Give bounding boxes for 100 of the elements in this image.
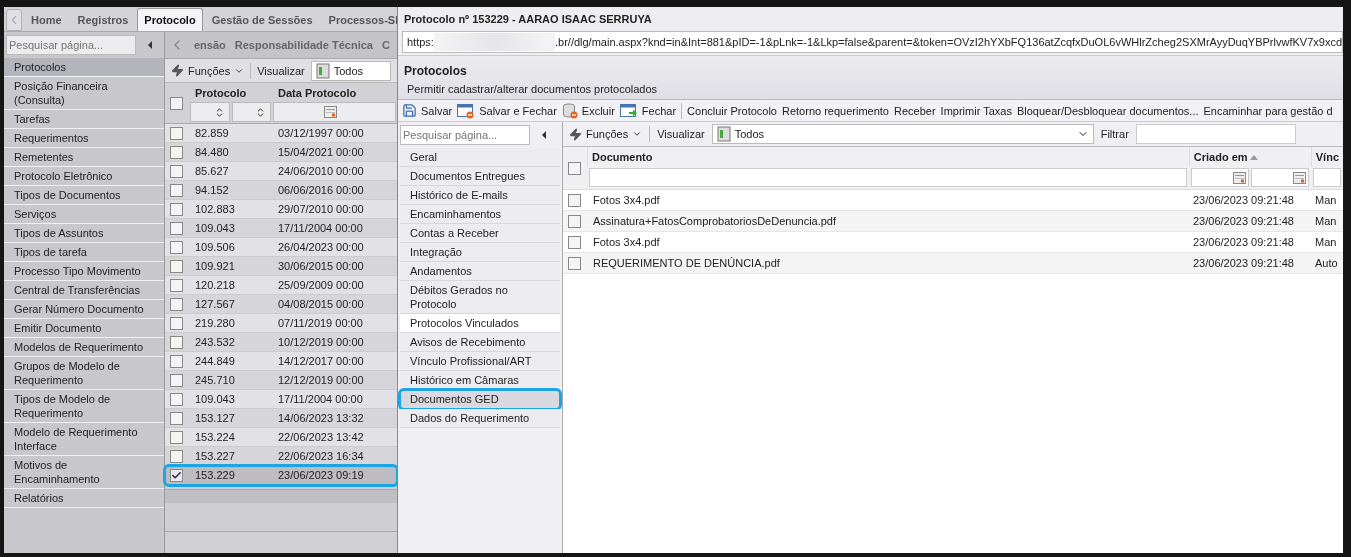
filter-field[interactable] — [190, 102, 230, 122]
row-checkbox[interactable] — [170, 164, 183, 178]
row-checkbox[interactable] — [170, 392, 183, 406]
search-field[interactable]: Pesquisar página... — [400, 125, 530, 145]
filter-field[interactable] — [1312, 168, 1341, 187]
row-checkbox[interactable] — [170, 430, 183, 444]
row-checkbox[interactable] — [170, 354, 183, 368]
nav-item[interactable]: Débitos Gerados no Protocolo — [400, 281, 560, 314]
nav-item[interactable]: Encaminhamentos — [400, 205, 560, 224]
functions-menu[interactable]: Funções — [569, 127, 643, 141]
column-header[interactable]: Vínc — [1310, 147, 1343, 167]
toolbar-button[interactable]: Salvar e Fechar — [457, 102, 557, 119]
calendar-icon[interactable] — [324, 106, 337, 118]
calendar-icon[interactable] — [1232, 171, 1246, 184]
table-row[interactable]: 244.849 14/12/2017 00:00 — [165, 352, 397, 371]
row-checkbox[interactable] — [170, 126, 183, 140]
nav-item[interactable]: Documentos GED — [400, 390, 560, 409]
collapse-icon[interactable] — [148, 41, 152, 49]
row-checkbox[interactable] — [170, 183, 183, 197]
url-field[interactable]: https: .br//dlg/main.aspx?knd=in&Int=881&pID=-1&pLnk=-1&Lkp=false&parent=&token=OVzI2hYXbFQ136atZcqfxDuOL6vWHlrZcheg2SXMrAyyDuqYBPrlvwfKV7x9xcd — [402, 31, 1343, 53]
nav-item[interactable]: Histórico em Câmaras — [400, 371, 560, 390]
app-tab[interactable]: Gestão de Sessões — [204, 8, 320, 31]
table-row[interactable]: 82.859 03/12/1997 00:00 — [165, 124, 397, 143]
scrollbar[interactable] — [165, 489, 397, 503]
row-checkbox[interactable] — [170, 373, 183, 387]
table-row[interactable]: 219.280 07/11/2019 00:00 — [165, 314, 397, 333]
nav-item[interactable]: Vínculo Profissional/ART — [400, 352, 560, 371]
nav-item[interactable]: Contas a Receber — [400, 224, 560, 243]
table-row[interactable]: 85.627 24/06/2010 00:00 — [165, 162, 397, 181]
nav-item[interactable]: Integração — [400, 243, 560, 262]
table-row[interactable]: 153.229 23/06/2023 09:19 — [165, 466, 397, 485]
table-row[interactable]: 109.506 26/04/2023 00:00 — [165, 238, 397, 257]
row-checkbox[interactable] — [170, 278, 183, 292]
filter-field[interactable] — [589, 168, 1187, 187]
view-select[interactable]: Todos — [310, 60, 391, 81]
table-row[interactable]: 94.152 06/06/2016 00:00 — [165, 181, 397, 200]
back-button[interactable] — [6, 9, 22, 31]
nav-item[interactable]: Protocolos Vinculados — [400, 314, 560, 333]
collapse-icon[interactable] — [542, 131, 546, 139]
row-checkbox[interactable] — [568, 193, 581, 207]
row-checkbox[interactable] — [568, 256, 581, 270]
row-checkbox[interactable] — [568, 235, 581, 249]
nav-item[interactable]: Documentos Entregues — [400, 167, 560, 186]
filter-field[interactable] — [1250, 168, 1309, 187]
calendar-icon[interactable] — [1292, 171, 1306, 184]
app-tab[interactable]: Protocolo — [137, 8, 203, 31]
table-row[interactable]: 153.224 22/06/2023 13:42 — [165, 428, 397, 447]
row-checkbox[interactable] — [568, 214, 581, 228]
table-row[interactable]: 127.567 04/08/2015 00:00 — [165, 295, 397, 314]
toolbar-button[interactable]: Fechar — [619, 102, 677, 119]
nav-item[interactable]: Andamentos — [400, 262, 560, 281]
row-checkbox[interactable] — [170, 259, 183, 273]
table-row[interactable]: 109.043 17/11/2004 00:00 — [165, 219, 397, 238]
row-checkbox[interactable] — [170, 468, 183, 482]
toolbar-button[interactable]: Imprimir Taxas — [940, 104, 1012, 117]
table-row[interactable]: 243.532 10/12/2019 00:00 — [165, 333, 397, 352]
toolbar-button[interactable]: Bloquear/Desbloquear documentos... — [1016, 104, 1199, 117]
row-checkbox[interactable] — [170, 411, 183, 425]
table-row[interactable]: 109.921 30/06/2015 00:00 — [165, 257, 397, 276]
sidebar-item[interactable]: Protocolos — [4, 58, 164, 77]
toolbar-button[interactable]: Salvar — [402, 103, 453, 118]
row-checkbox[interactable] — [170, 240, 183, 254]
row-checkbox[interactable] — [170, 145, 183, 159]
table-row[interactable]: 120.218 25/09/2009 00:00 — [165, 276, 397, 295]
table-row[interactable]: 153.127 14/06/2023 13:32 — [165, 409, 397, 428]
row-checkbox[interactable] — [170, 221, 183, 235]
app-tab[interactable]: Processos-SI — [321, 8, 397, 31]
filter-field[interactable] — [231, 102, 271, 122]
table-row[interactable]: 109.043 17/11/2004 00:00 — [165, 390, 397, 409]
select-all-checkbox[interactable] — [568, 161, 581, 175]
toolbar-button[interactable]: Excluir — [561, 102, 615, 119]
toolbar-button[interactable]: Concluir Protocolo — [687, 104, 777, 117]
row-checkbox[interactable] — [170, 316, 183, 330]
nav-item[interactable]: Histórico de E-mails — [400, 186, 560, 205]
column-header[interactable]: Protocolo — [189, 83, 272, 101]
search-field[interactable]: Pesquisar página... — [6, 35, 136, 55]
toolbar-button[interactable]: Retorno requerimento — [782, 104, 889, 117]
row-checkbox[interactable] — [170, 202, 183, 216]
table-row[interactable]: 245.710 12/12/2019 00:00 — [165, 371, 397, 390]
column-header[interactable]: Documento — [587, 147, 1189, 167]
select-all-checkbox[interactable] — [170, 96, 183, 110]
nav-item[interactable]: Dados do Requerimento — [400, 409, 560, 428]
filter-field[interactable] — [1190, 168, 1249, 187]
filter-field[interactable] — [273, 102, 396, 122]
column-header[interactable]: Criado em — [1188, 147, 1311, 167]
filter-field[interactable] — [1135, 124, 1296, 144]
table-row[interactable]: 84.480 15/04/2021 00:00 — [165, 143, 397, 162]
app-tab[interactable]: Registros — [70, 8, 136, 31]
table-row[interactable]: 153.227 22/06/2023 16:34 — [165, 447, 397, 466]
row-checkbox[interactable] — [170, 449, 183, 463]
row-checkbox[interactable] — [170, 335, 183, 349]
table-row[interactable]: 102.883 29/07/2010 00:00 — [165, 200, 397, 219]
toolbar-button[interactable]: Encaminhar para gestão d — [1203, 104, 1333, 117]
nav-item[interactable]: Avisos de Recebimento — [400, 333, 560, 352]
toolbar-button[interactable]: Receber — [894, 104, 936, 117]
app-tab[interactable]: Home — [24, 8, 69, 31]
row-checkbox[interactable] — [170, 297, 183, 311]
view-select[interactable]: Todos — [711, 124, 1094, 144]
functions-menu[interactable]: Funções — [171, 64, 245, 77]
column-header[interactable]: Data Protocolo — [272, 83, 397, 101]
